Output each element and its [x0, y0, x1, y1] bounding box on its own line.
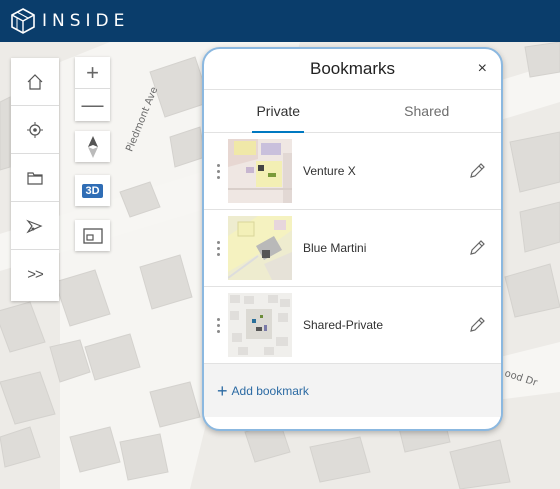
add-bookmark-label: Add bookmark	[231, 383, 309, 398]
zoom-control: + —	[75, 57, 110, 121]
bookmarks-panel: Bookmarks × Private Shared Venture X Blu…	[202, 47, 503, 431]
bookmark-label: Blue Martini	[303, 241, 367, 255]
app-title: INSIDE	[42, 11, 130, 31]
drag-handle-icon[interactable]	[208, 316, 228, 334]
home-button[interactable]	[11, 58, 59, 106]
more-button[interactable]: >>	[11, 250, 59, 298]
bookmark-thumbnail	[228, 293, 292, 357]
bookmark-item[interactable]: Shared-Private	[204, 287, 501, 364]
left-toolbar: >>	[11, 58, 59, 301]
pencil-icon[interactable]	[467, 238, 487, 258]
close-icon[interactable]: ×	[478, 61, 487, 77]
drag-handle-icon[interactable]	[208, 162, 228, 180]
bookmark-tabs: Private Shared	[204, 89, 501, 133]
app-header: INSIDE	[0, 0, 560, 42]
tab-shared[interactable]: Shared	[353, 90, 502, 132]
locate-icon	[27, 121, 43, 138]
cube-logo-icon	[11, 8, 35, 34]
bookmark-thumbnail	[228, 216, 292, 280]
locate-button[interactable]	[11, 106, 59, 154]
bookmark-item[interactable]: Blue Martini	[204, 210, 501, 287]
basemap-button[interactable]	[75, 220, 110, 251]
toggle-3d-button[interactable]: 3D	[75, 175, 110, 206]
bookmark-label: Venture X	[303, 164, 356, 178]
compass-icon	[87, 135, 98, 158]
folder-icon	[27, 171, 43, 185]
panel-header: Bookmarks ×	[204, 49, 501, 89]
home-icon	[27, 73, 43, 90]
pencil-icon[interactable]	[467, 161, 487, 181]
zoom-out-button[interactable]: —	[75, 89, 110, 121]
tab-private[interactable]: Private	[204, 90, 353, 132]
bookmark-list: Venture X Blue Martini Shared-Private	[204, 133, 501, 364]
bookmark-item[interactable]: Venture X	[204, 133, 501, 210]
add-bookmark-button[interactable]: + Add bookmark	[204, 364, 501, 417]
pencil-icon[interactable]	[467, 315, 487, 335]
basemap-icon	[82, 227, 103, 244]
toggle-3d-label: 3D	[82, 183, 103, 198]
zoom-in-button[interactable]: +	[75, 57, 110, 89]
panel-title: Bookmarks	[309, 59, 396, 78]
directions-icon	[26, 219, 43, 233]
bookmark-thumbnail	[228, 139, 292, 203]
plus-icon: +	[217, 380, 228, 401]
bookmark-label: Shared-Private	[303, 318, 384, 332]
chevron-double-right-icon: >>	[27, 265, 44, 283]
directions-button[interactable]	[11, 202, 59, 250]
layers-button[interactable]	[11, 154, 59, 202]
drag-handle-icon[interactable]	[208, 239, 228, 257]
compass-button[interactable]	[75, 131, 110, 162]
